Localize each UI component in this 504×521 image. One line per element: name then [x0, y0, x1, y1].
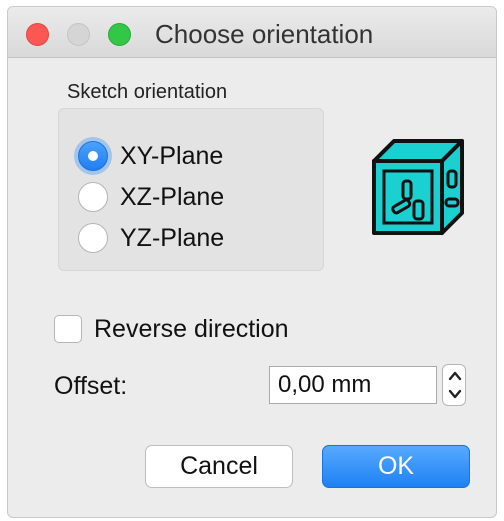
- ok-button[interactable]: OK: [322, 445, 470, 488]
- window-title: Choose orientation: [155, 19, 374, 49]
- radio-label-xy: XY-Plane: [120, 141, 224, 170]
- stepper-down-icon[interactable]: [443, 385, 467, 405]
- minimize-window-button: [67, 23, 90, 46]
- radio-xz-plane[interactable]: XZ-Plane: [78, 179, 224, 215]
- reverse-direction-option[interactable]: Reverse direction: [54, 312, 289, 346]
- offset-stepper[interactable]: [442, 364, 466, 406]
- reverse-direction-label: Reverse direction: [94, 314, 289, 343]
- offset-label: Offset:: [54, 372, 128, 400]
- maximize-window-button[interactable]: [108, 23, 131, 46]
- radio-label-xz: XZ-Plane: [120, 182, 225, 211]
- title-bar[interactable]: Choose orientation: [8, 7, 496, 58]
- reverse-direction-checkbox[interactable]: [54, 315, 82, 343]
- cube-orientation-icon: [372, 139, 464, 235]
- radio-yz-plane[interactable]: YZ-Plane: [78, 220, 224, 256]
- radio-button-yz[interactable]: [78, 223, 108, 253]
- cancel-button[interactable]: Cancel: [145, 445, 293, 488]
- radio-button-xy[interactable]: [78, 141, 108, 171]
- radio-xy-plane[interactable]: XY-Plane: [78, 138, 223, 174]
- radio-button-xz[interactable]: [78, 182, 108, 212]
- offset-input[interactable]: [269, 366, 437, 404]
- sketch-orientation-label: Sketch orientation: [67, 81, 228, 103]
- stepper-up-icon[interactable]: [443, 365, 467, 385]
- choose-orientation-dialog: Choose orientation Sketch orientation XY…: [7, 6, 497, 518]
- radio-label-yz: YZ-Plane: [120, 223, 225, 252]
- close-window-button[interactable]: [26, 23, 49, 46]
